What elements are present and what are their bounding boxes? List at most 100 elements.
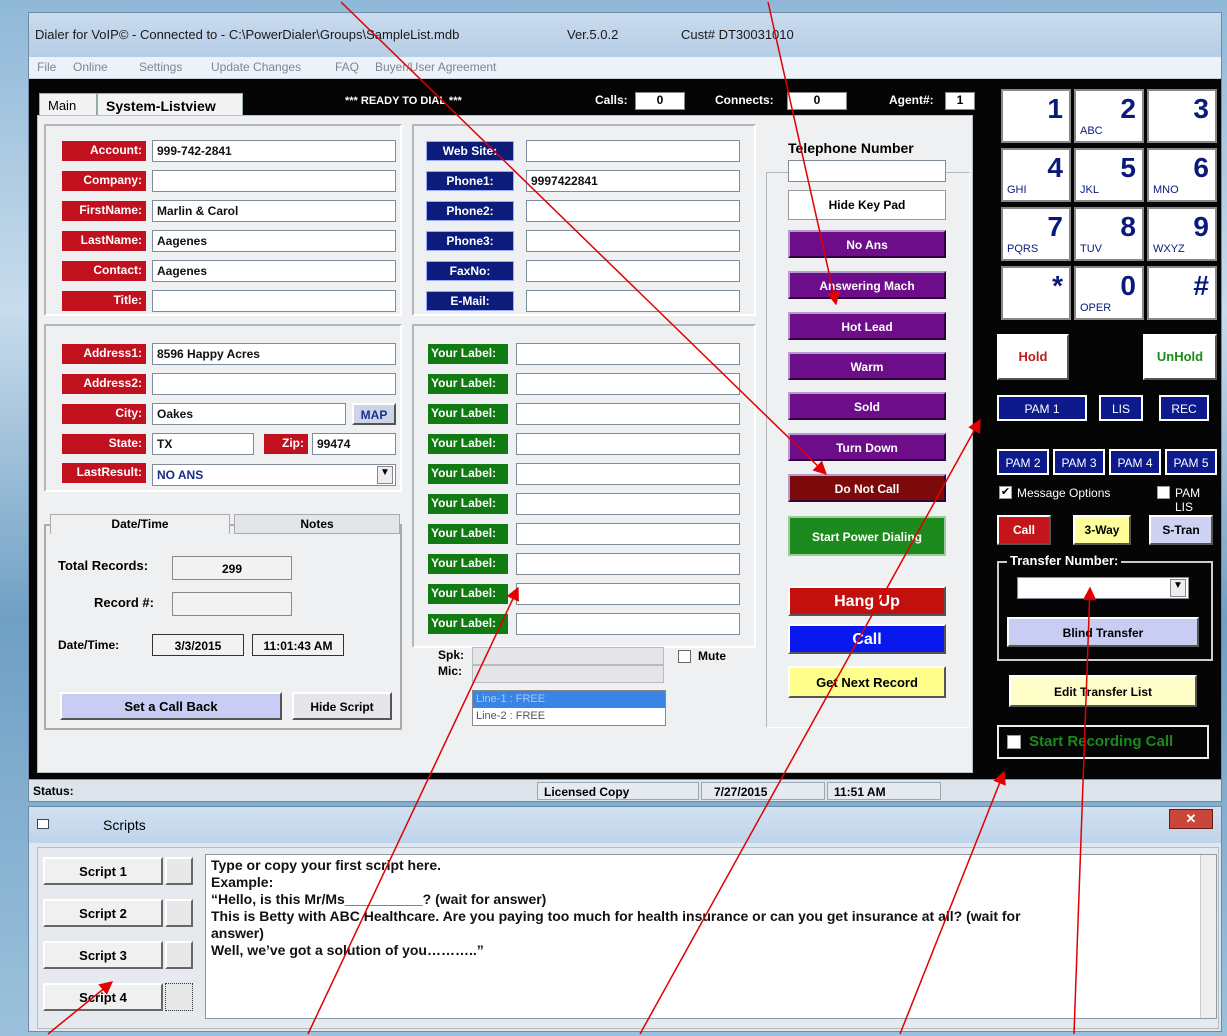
chevron-down-icon[interactable]: ▼ [1170,579,1186,597]
lastresult-select[interactable]: NO ANS ▼ [152,464,396,486]
hot-lead-button[interactable]: Hot Lead [788,312,946,340]
script-text-area[interactable]: Type or copy your first script here. Exa… [205,854,1217,1019]
keypad-key[interactable]: 3 [1147,89,1217,143]
pam4-button[interactable]: PAM 4 [1109,449,1161,475]
email-field[interactable] [526,290,740,312]
pam1-button[interactable]: PAM 1 [997,395,1087,421]
city-field[interactable]: Oakes [152,403,346,425]
script-4-toggle[interactable] [165,983,193,1011]
keypad-key[interactable]: 2 ABC [1074,89,1144,143]
keypad-key[interactable]: * [1001,266,1071,320]
title-field[interactable] [152,290,396,312]
call-button[interactable]: Call [788,624,946,654]
script-1-button[interactable]: Script 1 [43,857,163,885]
script-1-toggle[interactable] [165,857,193,885]
menu-file[interactable]: File [37,60,56,74]
get-next-record-button[interactable]: Get Next Record [788,666,946,698]
menu-buyer-agreement[interactable]: Buyer/User Agreement [375,60,496,74]
tab-main[interactable]: Main [39,93,97,117]
script-4-button[interactable]: Script 4 [43,983,163,1011]
state-field[interactable]: TX [152,433,254,455]
pam3-button[interactable]: PAM 3 [1053,449,1105,475]
lis-button[interactable]: LIS [1099,395,1143,421]
company-field[interactable] [152,170,396,192]
keypad-key[interactable]: 4 GHI [1001,148,1071,202]
hold-button[interactable]: Hold [997,334,1069,380]
no-answer-button[interactable]: No Ans [788,230,946,258]
keypad-key[interactable]: 7 PQRS [1001,207,1071,261]
custom-field[interactable] [516,463,740,485]
warm-button[interactable]: Warm [788,352,946,380]
transfer-call-button[interactable]: Call [997,515,1051,545]
custom-field[interactable] [516,343,740,365]
pam-lis-checkbox[interactable] [1157,486,1170,499]
line-1-item[interactable]: Line-1 : FREE [473,691,665,708]
pam2-button[interactable]: PAM 2 [997,449,1049,475]
custom-field[interactable] [516,433,740,455]
tab-notes[interactable]: Notes [234,514,400,534]
keypad-key[interactable]: 5 JKL [1074,148,1144,202]
message-options-checkbox[interactable]: ✔ [999,486,1012,499]
keypad-key[interactable]: 9 WXYZ [1147,207,1217,261]
custom-field[interactable] [516,613,740,635]
menu-online[interactable]: Online [73,60,108,74]
mute-checkbox[interactable] [678,650,691,663]
phone2-field[interactable] [526,200,740,222]
telephone-number-field[interactable] [788,160,946,182]
unhold-button[interactable]: UnHold [1143,334,1217,380]
firstname-field[interactable]: Marlin & Carol [152,200,396,222]
blind-transfer-button[interactable]: Blind Transfer [1007,617,1199,647]
menu-update-changes[interactable]: Update Changes [211,60,301,74]
lastname-field[interactable]: Aagenes [152,230,396,252]
edit-transfer-list-button[interactable]: Edit Transfer List [1009,675,1197,707]
menu-faq[interactable]: FAQ [335,60,359,74]
keypad-key[interactable]: 6 MNO [1147,148,1217,202]
transfer-number-select[interactable]: ▼ [1017,577,1189,599]
script-2-button[interactable]: Script 2 [43,899,163,927]
zip-field[interactable]: 99474 [312,433,396,455]
custom-field[interactable] [516,373,740,395]
map-button[interactable]: MAP [352,403,396,425]
speaker-level[interactable] [472,647,664,665]
hang-up-button[interactable]: Hang Up [788,586,946,616]
script-2-toggle[interactable] [165,899,193,927]
keypad-key[interactable]: 1 [1001,89,1071,143]
script-3-button[interactable]: Script 3 [43,941,163,969]
keypad-key[interactable]: # [1147,266,1217,320]
phone1-field[interactable]: 9997422841 [526,170,740,192]
custom-field[interactable] [516,583,740,605]
line-2-item[interactable]: Line-2 : FREE [473,708,665,725]
answering-machine-button[interactable]: Answering Mach [788,271,946,299]
custom-field[interactable] [516,523,740,545]
script-3-toggle[interactable] [165,941,193,969]
tab-system-listview[interactable]: System-Listview [97,93,243,117]
turn-down-button[interactable]: Turn Down [788,433,946,461]
line-list[interactable]: Line-1 : FREE Line-2 : FREE [472,690,666,726]
address2-field[interactable] [152,373,396,395]
tab-date-time[interactable]: Date/Time [50,514,230,534]
address1-field[interactable]: 8596 Happy Acres [152,343,396,365]
rec-button[interactable]: REC [1159,395,1209,421]
custom-field[interactable] [516,493,740,515]
custom-field[interactable] [516,553,740,575]
record-call-checkbox[interactable] [1007,735,1021,749]
set-call-back-button[interactable]: Set a Call Back [60,692,282,720]
hide-keypad-button[interactable]: Hide Key Pad [788,190,946,220]
menu-settings[interactable]: Settings [139,60,182,74]
start-power-dialing-button[interactable]: Start Power Dialing [788,516,946,556]
website-field[interactable] [526,140,740,162]
account-field[interactable]: 999-742-2841 [152,140,396,162]
script-scrollbar[interactable] [1200,855,1216,1018]
s-tran-button[interactable]: S-Tran [1149,515,1213,545]
keypad-key[interactable]: 0 OPER [1074,266,1144,320]
chevron-down-icon[interactable]: ▼ [377,466,393,484]
pam5-button[interactable]: PAM 5 [1165,449,1217,475]
fax-field[interactable] [526,260,740,282]
phone3-field[interactable] [526,230,740,252]
sold-button[interactable]: Sold [788,392,946,420]
contact-field[interactable]: Aagenes [152,260,396,282]
hide-script-button[interactable]: Hide Script [292,692,392,720]
mic-level[interactable] [472,665,664,683]
three-way-button[interactable]: 3-Way [1073,515,1131,545]
keypad-key[interactable]: 8 TUV [1074,207,1144,261]
